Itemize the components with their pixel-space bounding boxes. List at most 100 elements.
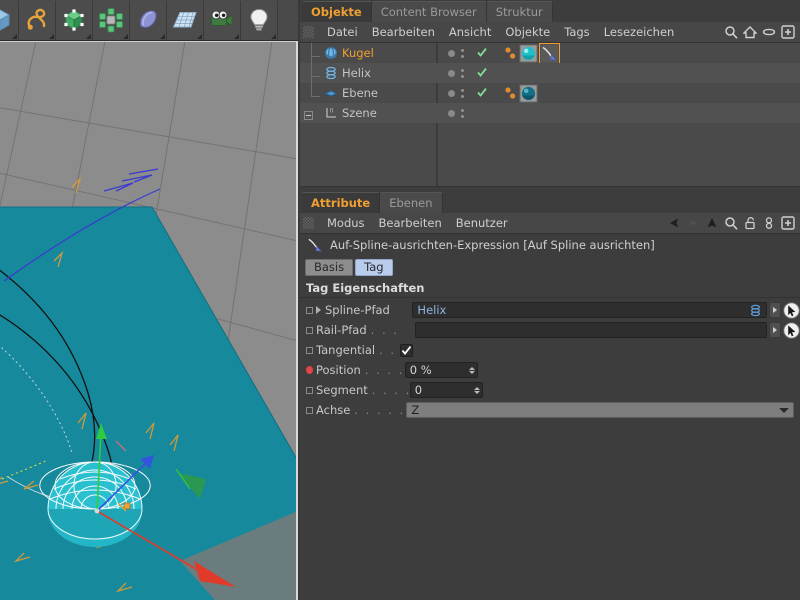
rail-path-picker-button[interactable] [783, 321, 800, 339]
tangential-anim-toggle[interactable] [306, 346, 313, 354]
toolbar-light-tool[interactable] [241, 0, 278, 40]
toolbar-deformer-tool[interactable] [130, 0, 167, 40]
search-icon[interactable] [724, 216, 738, 230]
add-layer-icon[interactable] [781, 25, 795, 39]
property-row-spline-path: Spline-Pfad Helix [300, 300, 800, 320]
3d-viewport[interactable] [0, 41, 298, 600]
mode-button-tag[interactable]: Tag [355, 258, 393, 276]
axis-select[interactable]: Z [406, 402, 794, 418]
material-tag[interactable] [519, 84, 538, 103]
mode-button-basis[interactable]: Basis [305, 258, 354, 276]
toolbar-flyout-corner [271, 33, 276, 39]
menu-datei[interactable]: Datei [320, 22, 365, 42]
floor-grid-icon [172, 12, 197, 28]
spline-path-input[interactable]: Helix [412, 302, 767, 318]
align-to-spline-tag-icon [308, 238, 322, 252]
segment-anim-toggle[interactable] [306, 386, 313, 394]
plane-object-icon [324, 90, 338, 97]
toolbar-flyout-corner [197, 33, 202, 39]
axis-anim-toggle[interactable] [306, 406, 313, 414]
label-dots: . . . . [371, 383, 410, 397]
object-visibility-dots[interactable] [436, 88, 476, 98]
tag-dots-icon [505, 86, 516, 99]
object-row-kugel[interactable]: Kugel [300, 43, 800, 64]
check-icon [477, 67, 487, 77]
toolbar-array-modeling-tool[interactable] [93, 0, 130, 40]
tree-line [311, 96, 320, 97]
menu-tags[interactable]: Tags [557, 22, 596, 42]
position-keyframe-indicator[interactable] [306, 366, 313, 374]
rail-path-dropdown-button[interactable] [769, 322, 781, 338]
object-enabled-check[interactable] [476, 46, 490, 61]
toolbar-flyout-corner [123, 33, 128, 39]
toolbar-spline-tool[interactable] [19, 0, 56, 40]
tag-dots-icon [505, 46, 516, 59]
toolbar-cube-primitive-tool[interactable] [0, 0, 19, 40]
position-stepper[interactable] [468, 366, 475, 374]
menu-objekte[interactable]: Objekte [498, 22, 557, 42]
object-visibility-dots[interactable] [436, 108, 476, 118]
position-input[interactable]: 0 % [404, 362, 478, 378]
segment-stepper[interactable] [473, 386, 480, 394]
object-row-ebene[interactable]: Ebene [300, 76, 800, 103]
property-row-tangential: Tangential . . [300, 340, 800, 360]
home-icon[interactable] [743, 25, 757, 39]
label-dots: . . . [370, 323, 399, 337]
menu-bearbeiten[interactable]: Bearbeiten [372, 213, 449, 233]
add-icon[interactable] [781, 216, 795, 230]
panel-gripper[interactable] [303, 26, 314, 38]
search-icon[interactable] [724, 25, 738, 39]
object-visibility-dots[interactable] [436, 48, 476, 58]
visibility-icon[interactable] [762, 25, 776, 39]
menu-bearbeiten[interactable]: Bearbeiten [365, 22, 442, 42]
attribute-object-title: Auf-Spline-ausrichten-Expression [Auf Sp… [330, 238, 655, 252]
spline-path-dropdown-button[interactable] [769, 302, 781, 318]
object-manager[interactable]: Kugel Helix Ebene 0 Szene [300, 43, 800, 191]
align-to-spline-tag[interactable] [539, 43, 560, 64]
menu-ansicht[interactable]: Ansicht [442, 22, 498, 42]
toolbar-scene-object-tool[interactable] [167, 0, 204, 40]
toolbar-camera-tool[interactable] [204, 0, 241, 40]
tab-ebenen[interactable]: Ebenen [380, 192, 443, 213]
link-icon[interactable] [762, 216, 776, 230]
tree-collapse-minus [306, 115, 311, 116]
axis-value: Z [411, 403, 420, 417]
bend-deformer-icon [140, 10, 157, 28]
menu-lesezeichen[interactable]: Lesezeichen [597, 22, 682, 42]
object-enabled-check[interactable] [476, 86, 490, 101]
scene-root-icon: 0 [326, 107, 336, 118]
tab-attribute[interactable]: Attribute [302, 192, 381, 213]
label-dots: . . . . . . . [354, 403, 406, 417]
nav-up-icon[interactable] [705, 216, 719, 230]
property-row-segment: Segment . . . . 0 [300, 380, 800, 400]
segment-input[interactable]: 0 [409, 382, 483, 398]
spline-path-picker-button[interactable] [783, 301, 800, 319]
chevron-right-icon[interactable] [316, 306, 322, 314]
tab-struktur[interactable]: Struktur [486, 1, 553, 22]
tangential-checkbox[interactable] [400, 343, 414, 357]
lock-icon[interactable] [743, 216, 757, 230]
toolbar-flyout-corner [86, 33, 91, 39]
rail-path-anim-toggle[interactable] [306, 326, 313, 334]
label-dots: . . . . [364, 363, 405, 377]
attribute-manager-menubar: Modus Bearbeiten Benutzer [300, 213, 800, 234]
material-tag[interactable] [519, 44, 538, 63]
menu-benutzer[interactable]: Benutzer [449, 213, 515, 233]
nav-back-icon[interactable] [667, 216, 681, 230]
tab-content-browser[interactable]: Content Browser [371, 1, 487, 22]
property-label-segment: Segment [316, 383, 368, 397]
toolbar-nurbs-generator-tool[interactable] [56, 0, 93, 40]
object-enabled-check[interactable] [476, 66, 490, 81]
spline-path-anim-toggle[interactable] [306, 306, 313, 314]
tab-objekte[interactable]: Objekte [302, 1, 372, 22]
object-row-helix[interactable]: Helix [300, 56, 800, 83]
menu-modus[interactable]: Modus [320, 213, 372, 233]
object-manager-tabstrip: Objekte Content Browser Struktur [300, 0, 800, 22]
camera-icon [211, 10, 233, 27]
light-bulb-icon [250, 8, 268, 31]
object-visibility-dots[interactable] [436, 68, 476, 78]
panel-gripper[interactable] [303, 217, 314, 229]
object-row-szene[interactable]: 0 Szene [300, 103, 800, 123]
nav-forward-icon[interactable] [686, 216, 700, 230]
rail-path-input[interactable] [414, 322, 767, 338]
